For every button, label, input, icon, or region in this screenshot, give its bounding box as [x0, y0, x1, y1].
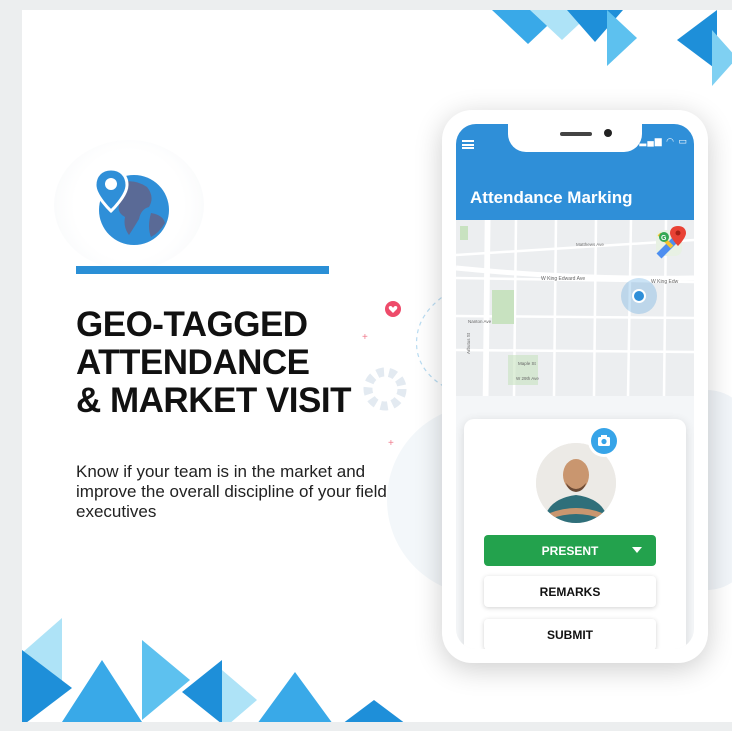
headline-line-2: ATTENDANCE [76, 343, 310, 382]
headline-line-1: GEO-TAGGED [76, 305, 308, 344]
submit-button[interactable]: SUBMIT [484, 619, 656, 649]
decor-triangle [62, 660, 142, 722]
promo-card: GEO-TAGGED ATTENDANCE & MARKET VISIT Kno… [22, 10, 732, 722]
street-label: W King Edward Ave [541, 276, 585, 282]
map-view[interactable]: W King Edward Ave W King Edw Matthews Av… [456, 220, 694, 396]
menu-icon[interactable] [462, 140, 474, 149]
camera-button[interactable] [591, 428, 617, 454]
globe-pin-icon [93, 167, 169, 245]
decor-triangle [182, 660, 222, 722]
gear-icon [363, 367, 407, 411]
street-label: Arbutus St [466, 332, 471, 354]
camera-icon [598, 435, 610, 446]
headline-line-3: & MARKET VISIT [76, 381, 351, 420]
decor-plus: + [362, 332, 368, 343]
headline: GEO-TAGGED ATTENDANCE & MARKET VISIT [76, 306, 406, 420]
phone-screen: ▂▄▆ ◠ ▭ Attendance Marking W King Edward… [456, 124, 694, 649]
phone-notch [508, 124, 642, 152]
street-label: W 29th Ave [516, 376, 539, 381]
decor-triangle [677, 10, 717, 70]
phone-mockup: ▂▄▆ ◠ ▭ Attendance Marking W King Edward… [442, 110, 708, 663]
avatar [536, 443, 616, 523]
globe-badge [54, 140, 204, 270]
remarks-button[interactable]: REMARKS [484, 576, 656, 607]
location-dot-icon [632, 289, 646, 303]
google-maps-icon: G [656, 226, 686, 259]
street-label: Nanton Ave [468, 319, 492, 324]
phone-speaker [560, 132, 592, 136]
description: Know if your team is in the market and i… [76, 462, 387, 521]
attendance-panel: PRESENT REMARKS SUBMIT [464, 419, 686, 649]
attendance-status-select[interactable]: PRESENT [484, 535, 656, 566]
app-title: Attendance Marking [470, 188, 633, 207]
street-label: Maple St [518, 361, 537, 366]
decor-triangle [342, 700, 406, 722]
svg-text:G: G [661, 235, 667, 242]
street-label: W King Edw [651, 279, 679, 285]
status-bar-icons: ▂▄▆ ◠ ▭ [639, 136, 688, 146]
heart-badge-icon [385, 301, 401, 317]
accent-divider [76, 266, 329, 274]
decor-plus: + [388, 438, 394, 449]
attendance-status-value: PRESENT [541, 543, 599, 558]
decor-triangle [257, 672, 333, 722]
decor-triangle [607, 10, 637, 66]
phone-camera [604, 129, 612, 137]
decor-triangle [712, 30, 732, 86]
decor-triangle [222, 670, 257, 722]
street-label: Matthews Ave [576, 242, 604, 247]
chevron-down-icon [632, 547, 642, 553]
